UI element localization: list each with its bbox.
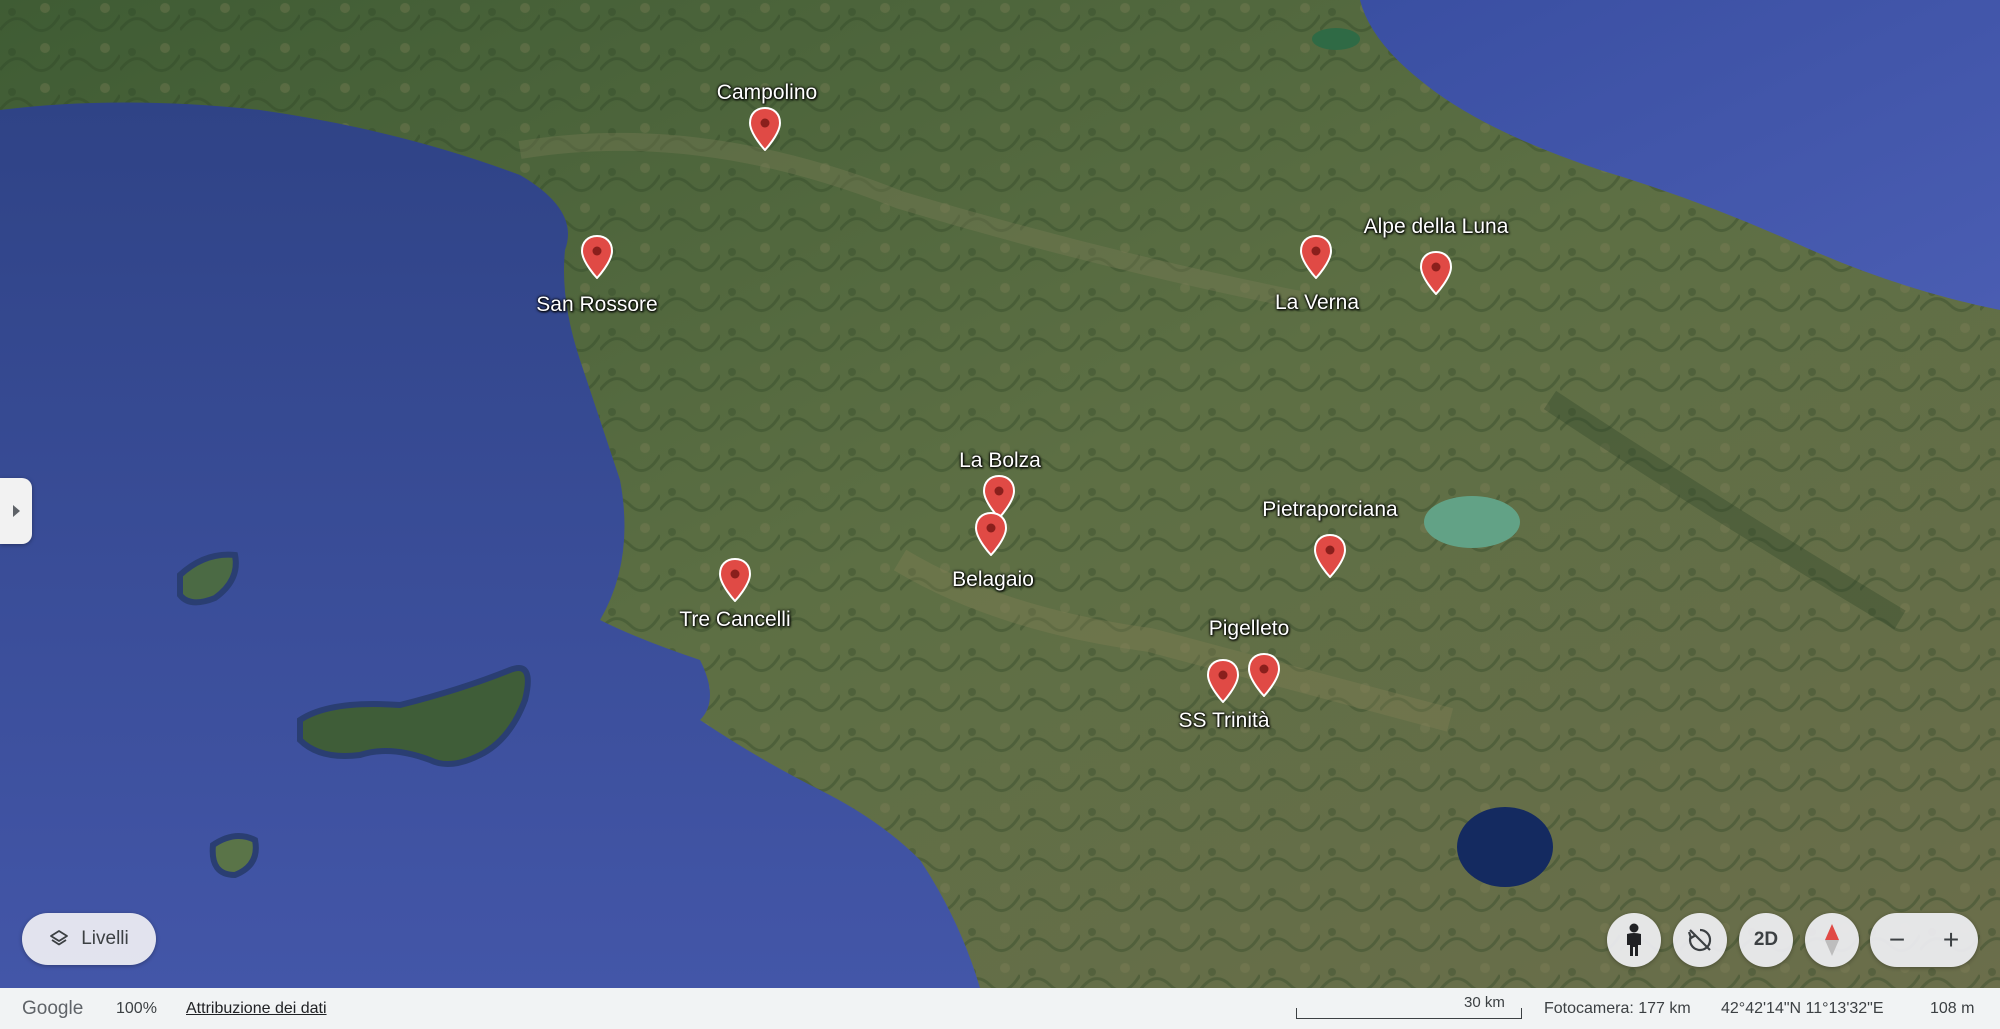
place-label: Pigelleto: [1208, 617, 1290, 640]
plus-icon: +: [1942, 924, 1960, 955]
compass-button[interactable]: [1805, 913, 1859, 967]
place-label: Alpe della Luna: [1363, 215, 1509, 238]
place-label: Tre Cancelli: [679, 608, 791, 631]
map-pin-icon[interactable]: [580, 235, 614, 279]
layers-button[interactable]: Livelli: [22, 913, 156, 965]
place-label: La Verna: [1274, 291, 1360, 314]
map-pin-icon[interactable]: [1206, 659, 1240, 703]
zoom-percent: 100%: [116, 1000, 157, 1017]
place-label: La Bolza: [959, 449, 1041, 472]
zoom-out-button[interactable]: −: [1870, 913, 1924, 967]
place-label: Campolino: [716, 81, 818, 104]
street-view-icon: [1627, 923, 1641, 956]
layers-icon: [50, 930, 69, 946]
camera-altitude: Fotocamera: 177 km: [1544, 1000, 1691, 1017]
place-label: SS Trinità: [1178, 709, 1270, 732]
map-pin-icon[interactable]: [718, 558, 752, 602]
place-label: San Rossore: [536, 293, 658, 316]
minus-icon: −: [1888, 924, 1906, 955]
place-label: Pietraporciana: [1262, 498, 1398, 521]
map-pin-icon[interactable]: [974, 512, 1008, 556]
view-2d-label: 2D: [1753, 929, 1779, 950]
lake-bolsena: [1457, 807, 1553, 887]
zoom-in-button[interactable]: +: [1924, 913, 1978, 967]
lake-trasimeno: [1424, 496, 1520, 548]
rotate-off-icon: [1687, 928, 1712, 952]
chevron-right-icon: [13, 505, 20, 517]
view-2d-button[interactable]: 2D: [1739, 913, 1793, 967]
google-logo: Google: [22, 998, 84, 1019]
coordinates: 42°42'14"N 11°13'32"E: [1721, 1000, 1884, 1017]
place-label: Belagaio: [952, 568, 1034, 591]
map-pin-icon[interactable]: [1247, 653, 1281, 697]
map-pin-icon[interactable]: [1419, 251, 1453, 295]
status-bar: Google 100% Attribuzione dei dati 30 km …: [0, 988, 2000, 1029]
map-pin-icon[interactable]: [1299, 235, 1333, 279]
map-pin-icon[interactable]: [1313, 534, 1347, 578]
street-view-button[interactable]: [1607, 913, 1661, 967]
elevation: 108 m: [1930, 1000, 1975, 1017]
rotate-button[interactable]: [1673, 913, 1727, 967]
data-attribution-link[interactable]: Attribuzione dei dati: [186, 1000, 327, 1018]
zoom-control: − +: [1870, 913, 1978, 967]
compass-icon: [1825, 924, 1839, 956]
island: [209, 833, 259, 879]
layers-label: Livelli: [81, 928, 129, 949]
expand-side-panel-button[interactable]: [0, 478, 32, 544]
lake: [1312, 28, 1360, 50]
map-pin-icon[interactable]: [748, 107, 782, 151]
scale-bar: [1296, 1008, 1522, 1019]
